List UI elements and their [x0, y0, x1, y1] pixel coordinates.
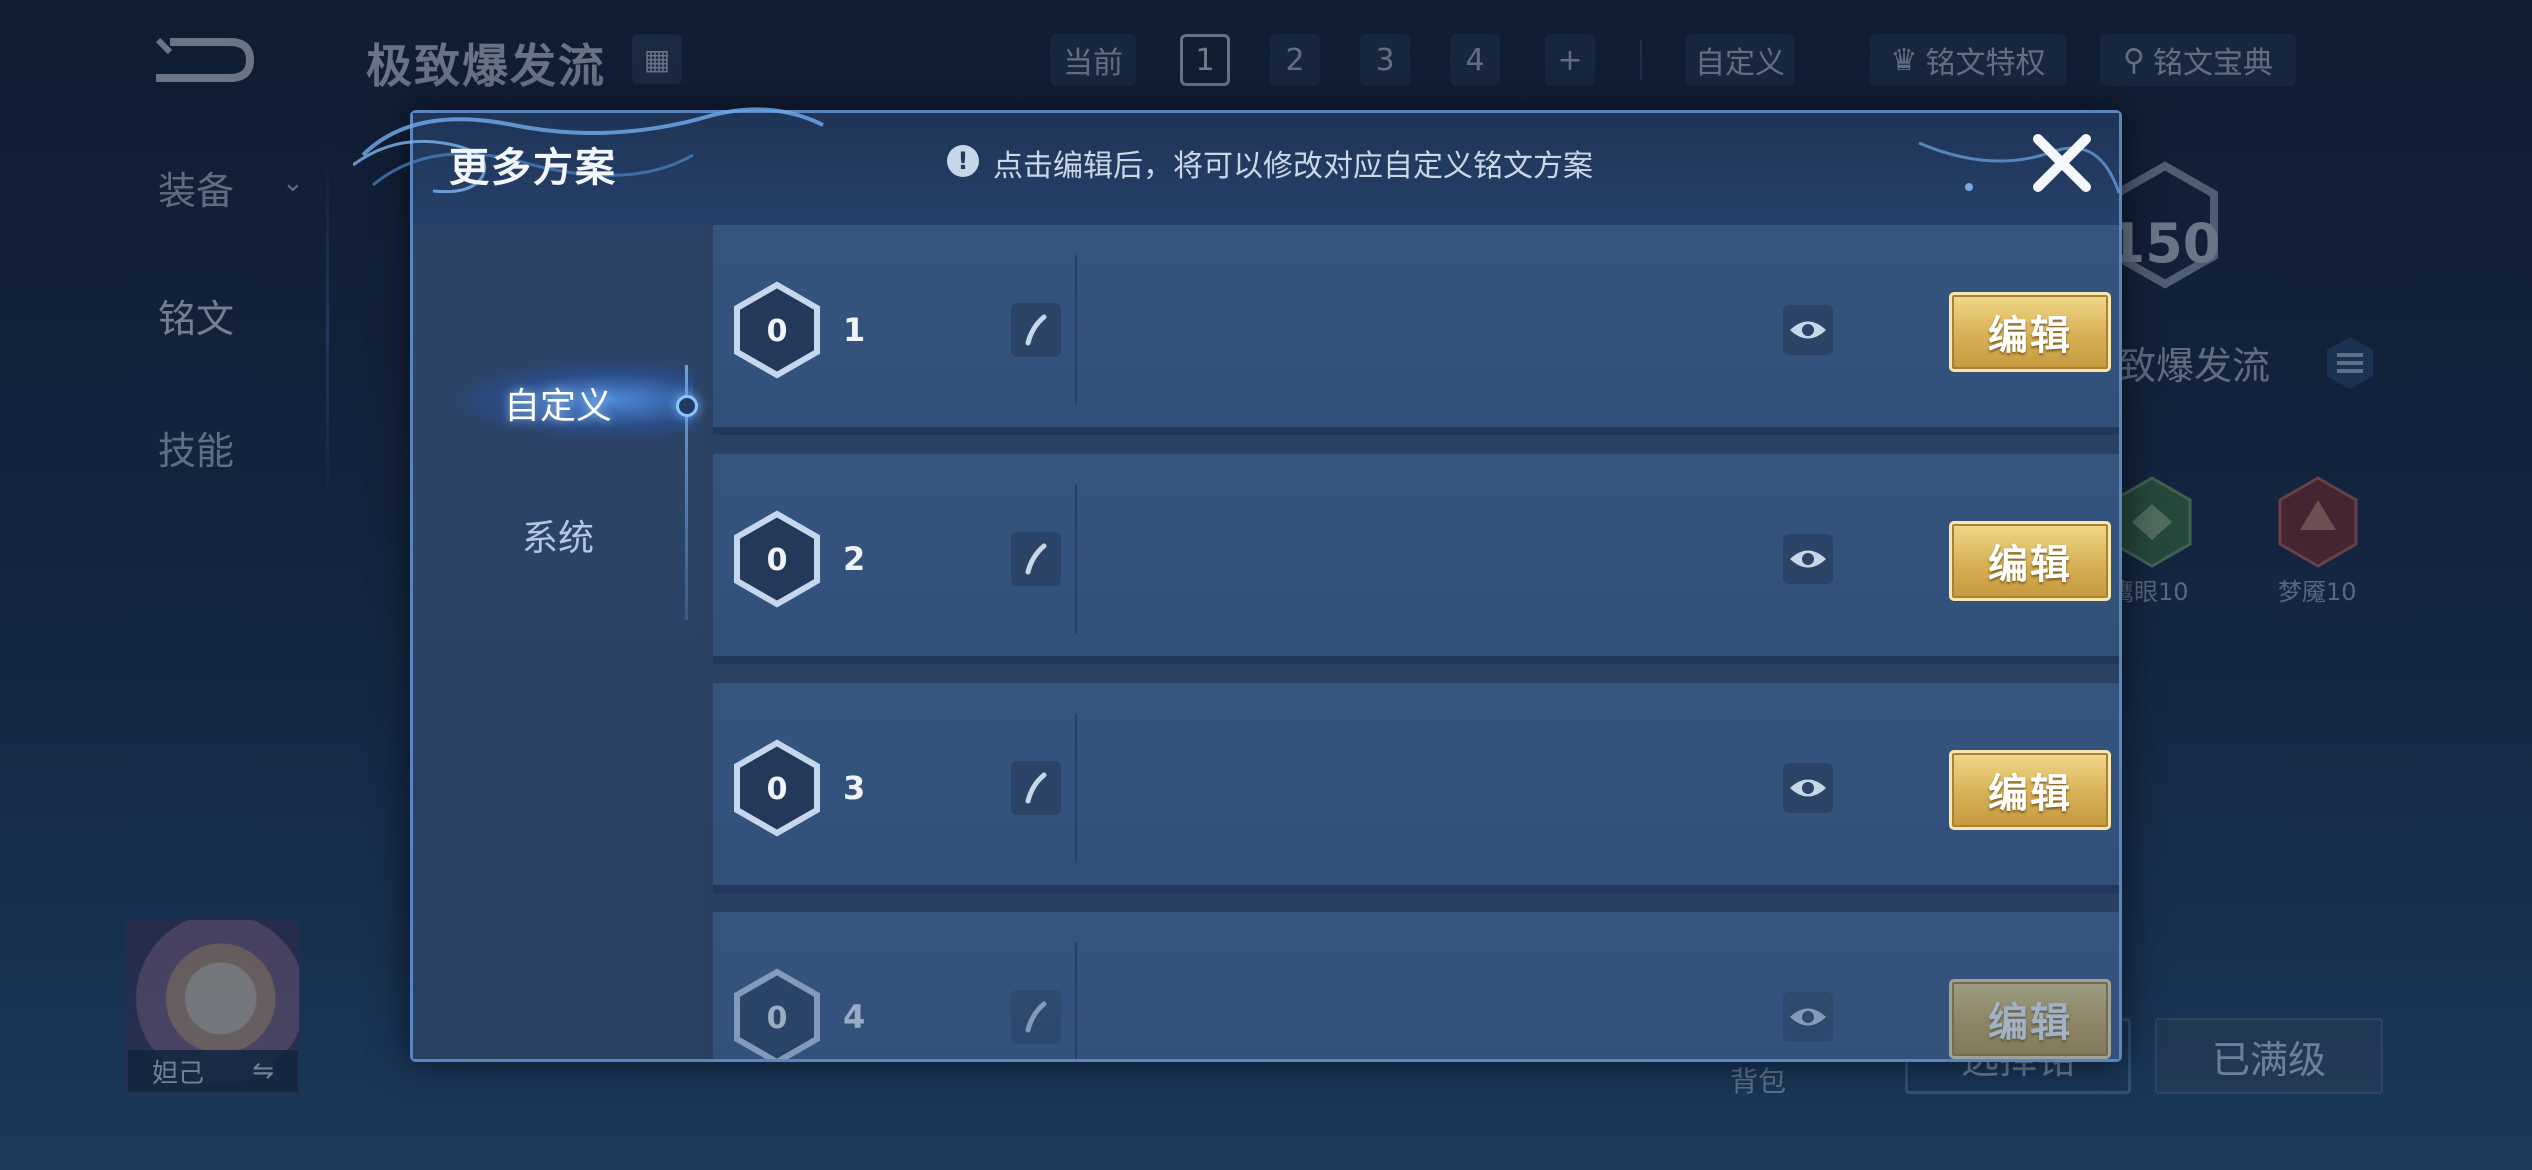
edit-button[interactable]: 编辑 [1949, 521, 2111, 601]
chevron-down-icon: ⌄ [282, 168, 304, 198]
current-label: 当前 [1050, 34, 1136, 86]
edit-button[interactable]: 编辑 [1949, 750, 2111, 830]
rename-pen-icon[interactable] [1011, 761, 1061, 815]
toolbar-divider [1640, 40, 1642, 80]
rune-nightmare-icon[interactable] [2276, 474, 2360, 570]
info-icon: ! [947, 145, 979, 177]
bag-label[interactable]: 背包 [1730, 1060, 1786, 1100]
scheme-number: 2 [843, 540, 866, 578]
nav-skill[interactable]: 技能 [158, 420, 234, 475]
tab-custom[interactable]: 自定义 [413, 377, 703, 429]
max-level-button[interactable]: 已满级 [2155, 1018, 2383, 1094]
row-level: 0 [767, 772, 788, 807]
scheme-number: 3 [843, 769, 866, 807]
add-scheme-button[interactable]: + [1545, 34, 1595, 86]
hero-name-bar[interactable]: 妲己 ⇋ [128, 1050, 298, 1092]
nav-rune[interactable]: 铭文 [158, 288, 234, 343]
scheme-row: 0 4 编辑 [713, 912, 2119, 1059]
active-tab-indicator [676, 395, 698, 417]
level-hexagon-icon: 0 [734, 510, 820, 608]
rune-label-nightmare: 梦魇10 [2278, 578, 2357, 606]
scheme-tab-4[interactable]: 4 [1450, 34, 1500, 86]
edit-button[interactable]: 编辑 [1949, 292, 2111, 372]
page-title: 极致爆发流 [366, 39, 606, 93]
dialog-title: 更多方案 [449, 145, 617, 191]
row-level: 0 [767, 1001, 788, 1036]
privilege-icon: ♛ [1890, 42, 1918, 78]
grid-icon[interactable]: ▦ [632, 34, 682, 84]
scheme-number: 1 [843, 311, 866, 349]
swap-icon: ⇋ [252, 1056, 274, 1086]
row-divider [1075, 255, 1077, 405]
hero-name: 妲己 [152, 1058, 205, 1089]
scheme-tab-1[interactable]: 1 [1180, 34, 1230, 86]
preview-eye-icon[interactable] [1783, 763, 1833, 813]
preview-eye-icon[interactable] [1783, 305, 1833, 355]
rename-pen-icon[interactable] [1011, 532, 1061, 586]
edit-button[interactable]: 编辑 [1949, 979, 2111, 1059]
codex-button[interactable]: ⚲ 铭文宝典 [2100, 34, 2296, 86]
dialog-hint: 点击编辑后，将可以修改对应自定义铭文方案 [993, 149, 1593, 184]
privilege-button[interactable]: ♛ 铭文特权 [1870, 34, 2066, 86]
row-level: 0 [767, 314, 788, 349]
row-divider [1075, 942, 1077, 1059]
scheme-number: 4 [843, 998, 866, 1036]
custom-button[interactable]: 自定义 [1686, 34, 1794, 86]
scheme-row: 0 2 编辑 [713, 454, 2119, 664]
rune-hawkeye-icon[interactable] [2110, 474, 2194, 570]
rename-pen-icon[interactable] [1011, 303, 1061, 357]
level-hexagon-icon: 0 [734, 968, 820, 1059]
codex-label: 铭文宝典 [2152, 46, 2273, 81]
scheme-list[interactable]: 0 1 编辑 0 2 编辑 0 3 编辑 0 4 编辑 [703, 225, 2119, 1059]
codex-icon: ⚲ [2123, 42, 2145, 78]
tab-system[interactable]: 系统 [413, 509, 703, 561]
scheme-row: 0 3 编辑 [713, 683, 2119, 893]
privilege-label: 铭文特权 [1925, 46, 2046, 81]
row-level: 0 [767, 543, 788, 578]
back-arrow-icon[interactable] [150, 30, 260, 90]
scheme-type-sidebar: 自定义 系统 [413, 225, 703, 1059]
scheme-tab-2[interactable]: 2 [1270, 34, 1320, 86]
scheme-row: 0 1 编辑 [713, 225, 2119, 435]
row-divider [1075, 713, 1077, 863]
preview-eye-icon[interactable] [1783, 534, 1833, 584]
nav-equipment[interactable]: 装备 [158, 160, 234, 215]
row-divider [1075, 484, 1077, 634]
list-menu-icon[interactable] [2325, 335, 2375, 391]
preview-eye-icon[interactable] [1783, 992, 1833, 1042]
close-icon[interactable] [2026, 127, 2098, 199]
rename-pen-icon[interactable] [1011, 990, 1061, 1044]
more-schemes-dialog: 更多方案 ! 点击编辑后，将可以修改对应自定义铭文方案 自定义 系统 0 1 编… [353, 107, 2122, 1062]
scheme-tab-3[interactable]: 3 [1360, 34, 1410, 86]
level-hexagon-icon: 0 [734, 739, 820, 837]
nav-divider [326, 140, 329, 520]
level-hexagon-icon: 0 [734, 281, 820, 379]
